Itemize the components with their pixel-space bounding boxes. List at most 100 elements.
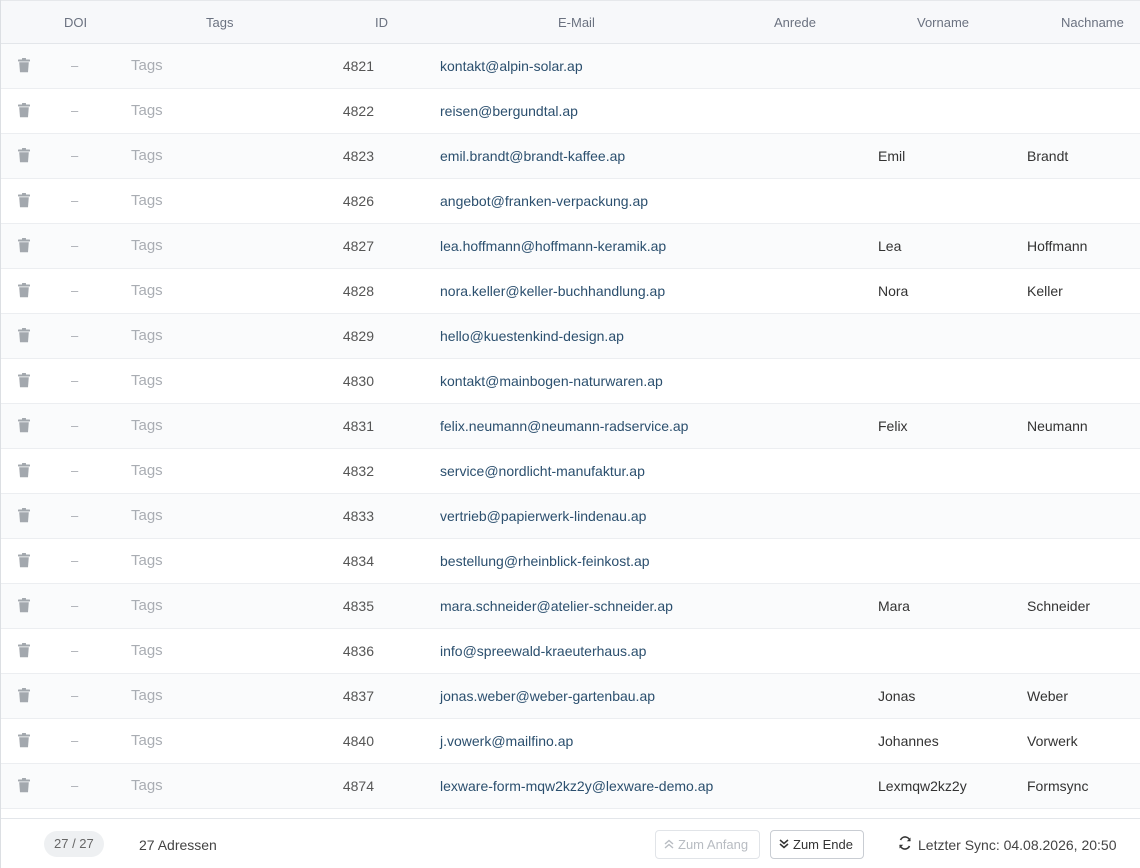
table-row[interactable]: – Tags 4832 service@nordlicht-manufaktur.ap bbox=[1, 449, 1140, 494]
email-link[interactable]: kontakt@mainbogen-naturwaren.ap bbox=[440, 359, 663, 403]
table-row[interactable]: – Tags 4823 emil.brandt@brandt-kaffee.ap Emi… bbox=[1, 134, 1140, 179]
email-link[interactable]: j.vowerk@mailfino.ap bbox=[440, 719, 573, 763]
email-link[interactable]: info@spreewald-kraeuterhaus.ap bbox=[440, 629, 646, 673]
column-header-email[interactable]: E-Mail bbox=[558, 1, 595, 44]
last-name: Weber bbox=[1027, 688, 1068, 704]
doi-status: – bbox=[71, 463, 79, 478]
to-start-label: Zum Anfang bbox=[678, 837, 749, 852]
table-row[interactable]: – Tags 4874 lexware-form-mqw2kz2y@lexware-d… bbox=[1, 764, 1140, 809]
table-row[interactable]: – Tags 4837 jonas.weber@weber-gartenbau.ap J… bbox=[1, 674, 1140, 719]
trash-icon[interactable] bbox=[17, 404, 31, 448]
column-header-anrede[interactable]: Anrede bbox=[774, 1, 816, 44]
to-start-button[interactable]: Zum Anfang bbox=[655, 830, 760, 859]
doi-status: – bbox=[71, 373, 79, 388]
doi-status: – bbox=[71, 688, 79, 703]
tags-field[interactable]: Tags bbox=[131, 584, 163, 628]
trash-icon[interactable] bbox=[17, 44, 31, 88]
trash-icon[interactable] bbox=[17, 539, 31, 583]
email-link[interactable]: lea.hoffmann@hoffmann-keramik.ap bbox=[440, 224, 666, 268]
table-row[interactable]: – Tags 4826 angebot@franken-verpackung.ap bbox=[1, 179, 1140, 224]
table-row[interactable]: – Tags 4821 kontakt@alpin-solar.ap bbox=[1, 44, 1140, 89]
email-link[interactable]: kontakt@alpin-solar.ap bbox=[440, 44, 583, 88]
tags-field[interactable]: Tags bbox=[131, 764, 163, 808]
tags-field[interactable]: Tags bbox=[131, 539, 163, 583]
doi-status: – bbox=[71, 103, 79, 118]
tags-field[interactable]: Tags bbox=[131, 314, 163, 358]
contact-id: 4835 bbox=[342, 598, 374, 614]
tags-field[interactable]: Tags bbox=[131, 359, 163, 403]
contact-id: 4830 bbox=[342, 373, 374, 389]
table-row[interactable]: – Tags 4831 felix.neumann@neumann-radservic… bbox=[1, 404, 1140, 449]
address-count: 27 Adressen bbox=[139, 837, 217, 853]
column-header-doi[interactable]: DOI bbox=[64, 1, 87, 44]
table-row[interactable]: – Tags 4829 hello@kuestenkind-design.ap bbox=[1, 314, 1140, 359]
contact-id: 4831 bbox=[342, 418, 374, 434]
contact-id: 4834 bbox=[342, 553, 374, 569]
email-link[interactable]: lexware-form-mqw2kz2y@lexware-demo.ap bbox=[440, 764, 713, 808]
first-name: Johannes bbox=[878, 733, 939, 749]
email-link[interactable]: hello@kuestenkind-design.ap bbox=[440, 314, 624, 358]
email-link[interactable]: vertrieb@papierwerk-lindenau.ap bbox=[440, 494, 646, 538]
tags-field[interactable]: Tags bbox=[131, 674, 163, 718]
to-end-button[interactable]: Zum Ende bbox=[770, 830, 864, 859]
table-row[interactable]: – Tags 4828 nora.keller@keller-buchhandlung… bbox=[1, 269, 1140, 314]
tags-field[interactable]: Tags bbox=[131, 449, 163, 493]
first-name: Emil bbox=[878, 148, 906, 164]
trash-icon[interactable] bbox=[17, 314, 31, 358]
trash-icon[interactable] bbox=[17, 224, 31, 268]
tags-field[interactable]: Tags bbox=[131, 179, 163, 223]
email-link[interactable]: bestellung@rheinblick-feinkost.ap bbox=[440, 539, 650, 583]
trash-icon[interactable] bbox=[17, 179, 31, 223]
trash-icon[interactable] bbox=[17, 89, 31, 133]
tags-field[interactable]: Tags bbox=[131, 44, 163, 88]
tags-field[interactable]: Tags bbox=[131, 224, 163, 268]
double-chevron-down-icon bbox=[779, 833, 789, 860]
tags-field[interactable]: Tags bbox=[131, 404, 163, 448]
tags-field[interactable]: Tags bbox=[131, 89, 163, 133]
trash-icon[interactable] bbox=[17, 449, 31, 493]
email-link[interactable]: emil.brandt@brandt-kaffee.ap bbox=[440, 134, 625, 178]
trash-icon[interactable] bbox=[17, 629, 31, 673]
table-row[interactable]: – Tags 4840 j.vowerk@mailfino.ap Johannes Vor… bbox=[1, 719, 1140, 764]
doi-status: – bbox=[71, 148, 79, 163]
email-link[interactable]: felix.neumann@neumann-radservice.ap bbox=[440, 404, 688, 448]
tags-field[interactable]: Tags bbox=[131, 269, 163, 313]
contact-id: 4832 bbox=[342, 463, 374, 479]
email-link[interactable]: jonas.weber@weber-gartenbau.ap bbox=[440, 674, 655, 718]
column-header-vorname[interactable]: Vorname bbox=[917, 1, 969, 44]
to-end-label: Zum Ende bbox=[793, 837, 853, 852]
table-row[interactable]: – Tags 4836 info@spreewald-kraeuterhaus.ap bbox=[1, 629, 1140, 674]
trash-icon[interactable] bbox=[17, 719, 31, 763]
trash-icon[interactable] bbox=[17, 584, 31, 628]
table-row[interactable]: – Tags 4834 bestellung@rheinblick-feinkost.… bbox=[1, 539, 1140, 584]
trash-icon[interactable] bbox=[17, 674, 31, 718]
trash-icon[interactable] bbox=[17, 359, 31, 403]
refresh-icon[interactable] bbox=[898, 831, 912, 859]
tags-field[interactable]: Tags bbox=[131, 719, 163, 763]
tags-field[interactable]: Tags bbox=[131, 629, 163, 673]
table-row[interactable]: – Tags 4835 mara.schneider@atelier-schneide… bbox=[1, 584, 1140, 629]
doi-status: – bbox=[71, 553, 79, 568]
trash-icon[interactable] bbox=[17, 764, 31, 808]
tags-field[interactable]: Tags bbox=[131, 494, 163, 538]
last-name: Keller bbox=[1027, 283, 1063, 299]
doi-status: – bbox=[71, 508, 79, 523]
trash-icon[interactable] bbox=[17, 269, 31, 313]
trash-icon[interactable] bbox=[17, 494, 31, 538]
trash-icon[interactable] bbox=[17, 134, 31, 178]
column-header-nachname[interactable]: Nachname bbox=[1061, 1, 1124, 44]
tags-field[interactable]: Tags bbox=[131, 134, 163, 178]
table-row[interactable]: – Tags 4830 kontakt@mainbogen-naturwaren.ap bbox=[1, 359, 1140, 404]
column-header-tags[interactable]: Tags bbox=[206, 1, 233, 44]
email-link[interactable]: angebot@franken-verpackung.ap bbox=[440, 179, 648, 223]
first-name: Felix bbox=[878, 418, 908, 434]
table-row[interactable]: – Tags 4822 reisen@bergundtal.ap bbox=[1, 89, 1140, 134]
last-name: Hoffmann bbox=[1027, 238, 1088, 254]
table-row[interactable]: – Tags 4827 lea.hoffmann@hoffmann-keramik.a… bbox=[1, 224, 1140, 269]
email-link[interactable]: reisen@bergundtal.ap bbox=[440, 89, 578, 133]
email-link[interactable]: mara.schneider@atelier-schneider.ap bbox=[440, 584, 673, 628]
email-link[interactable]: nora.keller@keller-buchhandlung.ap bbox=[440, 269, 665, 313]
email-link[interactable]: service@nordlicht-manufaktur.ap bbox=[440, 449, 645, 493]
table-row[interactable]: – Tags 4833 vertrieb@papierwerk-lindenau.ap bbox=[1, 494, 1140, 539]
column-header-id[interactable]: ID bbox=[375, 1, 388, 44]
